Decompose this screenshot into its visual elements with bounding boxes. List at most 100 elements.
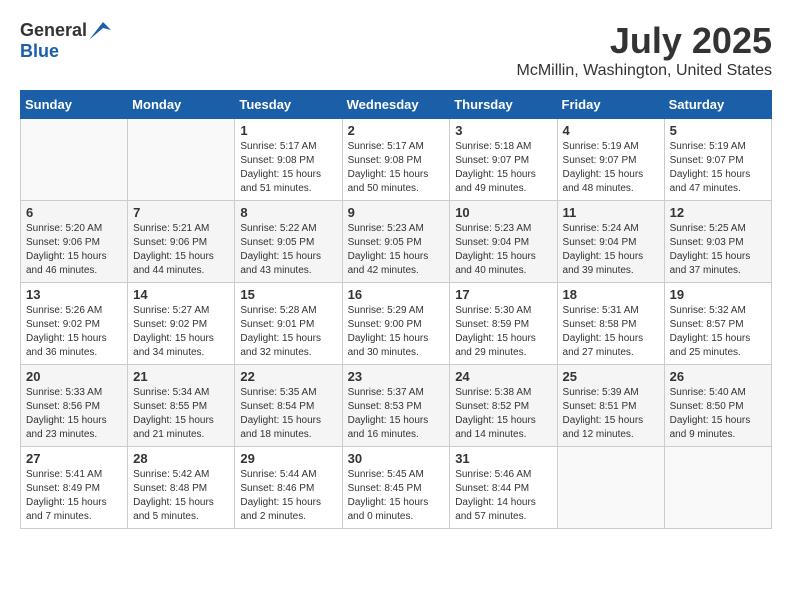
calendar-week-row: 27Sunrise: 5:41 AMSunset: 8:49 PMDayligh… (21, 447, 772, 529)
calendar-cell: 18 Sunrise: 5:31 AMSunset: 8:58 PMDayligh… (557, 283, 664, 365)
calendar-cell (664, 447, 771, 529)
calendar-cell: 1Sunrise: 5:17 AMSunset: 9:08 PMDaylight… (235, 119, 342, 201)
day-info: Sunrise: 5:20 AMSunset: 9:06 PMDaylight:… (26, 222, 122, 278)
calendar-cell: 26 Sunrise: 5:40 AMSunset: 8:50 PMDayligh… (664, 365, 771, 447)
calendar-cell: 23 Sunrise: 5:37 AMSunset: 8:53 PMDayligh… (342, 365, 450, 447)
page-header: General Blue July 2025 McMillin, Washing… (20, 20, 772, 80)
calendar-cell: 8 Sunrise: 5:22 AMSunset: 9:05 PMDaylight… (235, 201, 342, 283)
day-info: Sunrise: 5:31 AMSunset: 8:58 PMDaylight:… (563, 304, 659, 360)
calendar-title: July 2025 (516, 20, 772, 62)
calendar-cell: 31 Sunrise: 5:46 AMSunset: 8:44 PMDayligh… (450, 447, 557, 529)
calendar-cell: 11 Sunrise: 5:24 AMSunset: 9:04 PMDayligh… (557, 201, 664, 283)
calendar-cell: 3Sunrise: 5:18 AMSunset: 9:07 PMDaylight… (450, 119, 557, 201)
calendar-cell: 24Sunrise: 5:38 AMSunset: 8:52 PMDayligh… (450, 365, 557, 447)
day-info: Sunrise: 5:28 AMSunset: 9:01 PMDaylight:… (240, 304, 336, 360)
day-number: 10 (455, 205, 551, 220)
day-number: 19 (670, 287, 766, 302)
day-number: 18 (563, 287, 659, 302)
calendar-cell: 4 Sunrise: 5:19 AMSunset: 9:07 PMDaylight… (557, 119, 664, 201)
title-block: July 2025 McMillin, Washington, United S… (516, 20, 772, 80)
logo-general-text: General (20, 20, 87, 41)
day-info: Sunrise: 5:19 AMSunset: 9:07 PMDaylight:… (563, 140, 659, 196)
day-info: Sunrise: 5:27 AMSunset: 9:02 PMDaylight:… (133, 304, 229, 360)
day-number: 7 (133, 205, 229, 220)
day-number: 28 (133, 451, 229, 466)
day-info: Sunrise: 5:30 AMSunset: 8:59 PMDaylight:… (455, 304, 551, 360)
day-of-week-header: Sunday (21, 91, 128, 119)
day-info: Sunrise: 5:21 AMSunset: 9:06 PMDaylight:… (133, 222, 229, 278)
day-info: Sunrise: 5:24 AMSunset: 9:04 PMDaylight:… (563, 222, 659, 278)
day-number: 8 (240, 205, 336, 220)
day-number: 9 (348, 205, 445, 220)
day-info: Sunrise: 5:26 AMSunset: 9:02 PMDaylight:… (26, 304, 122, 360)
calendar-cell: 6 Sunrise: 5:20 AMSunset: 9:06 PMDaylight… (21, 201, 128, 283)
day-number: 12 (670, 205, 766, 220)
calendar-cell: 15 Sunrise: 5:28 AMSunset: 9:01 PMDayligh… (235, 283, 342, 365)
day-info: Sunrise: 5:37 AMSunset: 8:53 PMDaylight:… (348, 386, 445, 442)
day-info: Sunrise: 5:44 AMSunset: 8:46 PMDaylight:… (240, 468, 336, 524)
calendar-table: SundayMondayTuesdayWednesdayThursdayFrid… (20, 90, 772, 529)
calendar-week-row: 6 Sunrise: 5:20 AMSunset: 9:06 PMDaylight… (21, 201, 772, 283)
day-number: 22 (240, 369, 336, 384)
day-info: Sunrise: 5:39 AMSunset: 8:51 PMDaylight:… (563, 386, 659, 442)
day-info: Sunrise: 5:46 AMSunset: 8:44 PMDaylight:… (455, 468, 551, 524)
calendar-cell: 12 Sunrise: 5:25 AMSunset: 9:03 PMDayligh… (664, 201, 771, 283)
calendar-cell: 30 Sunrise: 5:45 AMSunset: 8:45 PMDayligh… (342, 447, 450, 529)
day-info: Sunrise: 5:17 AMSunset: 9:08 PMDaylight:… (348, 140, 445, 196)
day-info: Sunrise: 5:23 AMSunset: 9:05 PMDaylight:… (348, 222, 445, 278)
day-number: 14 (133, 287, 229, 302)
day-info: Sunrise: 5:35 AMSunset: 8:54 PMDaylight:… (240, 386, 336, 442)
calendar-cell: 17 Sunrise: 5:30 AMSunset: 8:59 PMDayligh… (450, 283, 557, 365)
calendar-week-row: 20 Sunrise: 5:33 AMSunset: 8:56 PMDayligh… (21, 365, 772, 447)
day-number: 11 (563, 205, 659, 220)
calendar-subtitle: McMillin, Washington, United States (516, 62, 772, 80)
day-number: 2 (348, 123, 445, 138)
calendar-cell: 27Sunrise: 5:41 AMSunset: 8:49 PMDayligh… (21, 447, 128, 529)
day-number: 4 (563, 123, 659, 138)
calendar-cell: 25 Sunrise: 5:39 AMSunset: 8:51 PMDayligh… (557, 365, 664, 447)
day-info: Sunrise: 5:33 AMSunset: 8:56 PMDaylight:… (26, 386, 122, 442)
calendar-cell: 22 Sunrise: 5:35 AMSunset: 8:54 PMDayligh… (235, 365, 342, 447)
calendar-cell: 19 Sunrise: 5:32 AMSunset: 8:57 PMDayligh… (664, 283, 771, 365)
calendar-cell: 20 Sunrise: 5:33 AMSunset: 8:56 PMDayligh… (21, 365, 128, 447)
day-of-week-header: Thursday (450, 91, 557, 119)
day-info: Sunrise: 5:29 AMSunset: 9:00 PMDaylight:… (348, 304, 445, 360)
logo-blue-text: Blue (20, 41, 59, 62)
day-number: 6 (26, 205, 122, 220)
logo: General Blue (20, 20, 111, 62)
calendar-cell: 13 Sunrise: 5:26 AMSunset: 9:02 PMDayligh… (21, 283, 128, 365)
day-number: 13 (26, 287, 122, 302)
day-number: 24 (455, 369, 551, 384)
day-number: 1 (240, 123, 336, 138)
day-number: 3 (455, 123, 551, 138)
calendar-cell: 2 Sunrise: 5:17 AMSunset: 9:08 PMDaylight… (342, 119, 450, 201)
calendar-cell (128, 119, 235, 201)
day-number: 21 (133, 369, 229, 384)
day-info: Sunrise: 5:25 AMSunset: 9:03 PMDaylight:… (670, 222, 766, 278)
calendar-week-row: 1 Sunrise: 5:17 AMSunset: 9:08 PMDaylight… (21, 119, 772, 201)
calendar-cell (21, 119, 128, 201)
day-number: 20 (26, 369, 122, 384)
day-number: 23 (348, 369, 445, 384)
calendar-cell: 9 Sunrise: 5:23 AMSunset: 9:05 PMDaylight… (342, 201, 450, 283)
calendar-cell: 10Sunrise: 5:23 AMSunset: 9:04 PMDayligh… (450, 201, 557, 283)
day-number: 16 (348, 287, 445, 302)
day-info: Sunrise: 5:45 AMSunset: 8:45 PMDaylight:… (348, 468, 445, 524)
day-of-week-header: Friday (557, 91, 664, 119)
day-number: 26 (670, 369, 766, 384)
day-number: 25 (563, 369, 659, 384)
calendar-cell: 16 Sunrise: 5:29 AMSunset: 9:00 PMDayligh… (342, 283, 450, 365)
day-info: Sunrise: 5:32 AMSunset: 8:57 PMDaylight:… (670, 304, 766, 360)
header-row: SundayMondayTuesdayWednesdayThursdayFrid… (21, 91, 772, 119)
day-info: Sunrise: 5:22 AMSunset: 9:05 PMDaylight:… (240, 222, 336, 278)
day-number: 15 (240, 287, 336, 302)
day-info: Sunrise: 5:40 AMSunset: 8:50 PMDaylight:… (670, 386, 766, 442)
day-number: 27 (26, 451, 122, 466)
calendar-cell: 14 Sunrise: 5:27 AMSunset: 9:02 PMDayligh… (128, 283, 235, 365)
day-info: Sunrise: 5:42 AMSunset: 8:48 PMDaylight:… (133, 468, 229, 524)
day-number: 30 (348, 451, 445, 466)
day-number: 31 (455, 451, 551, 466)
calendar-cell: 21Sunrise: 5:34 AMSunset: 8:55 PMDayligh… (128, 365, 235, 447)
day-number: 17 (455, 287, 551, 302)
calendar-week-row: 13 Sunrise: 5:26 AMSunset: 9:02 PMDayligh… (21, 283, 772, 365)
